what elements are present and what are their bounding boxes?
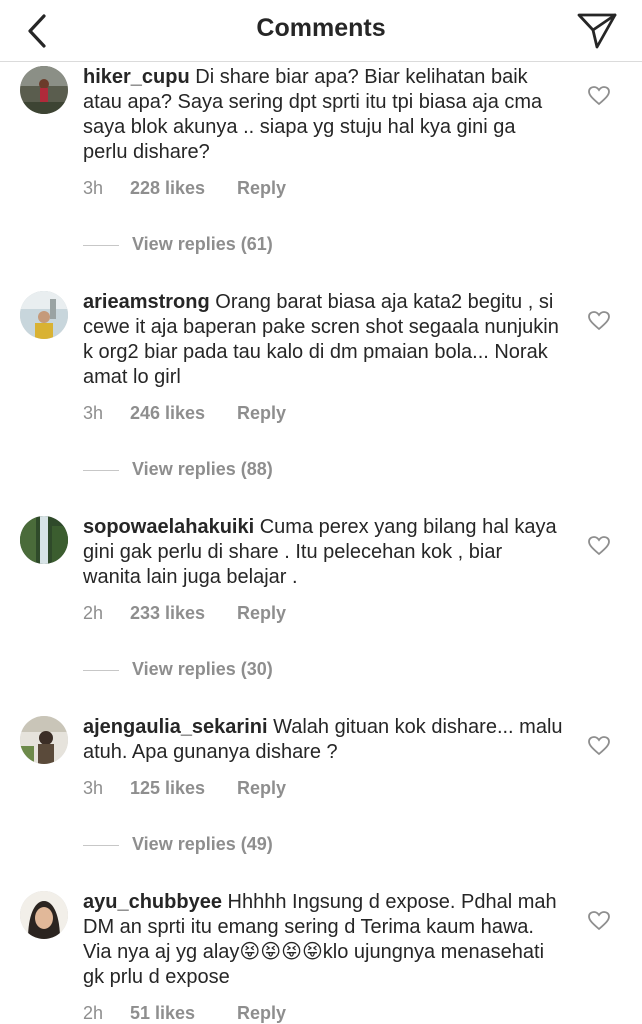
like-button[interactable] [588, 311, 610, 331]
view-replies-label[interactable]: View replies (61) [132, 234, 273, 254]
comment-body: ayu_chubbyee Hhhhh Ingsung d expose. Pdh… [83, 890, 563, 990]
comment-body: ajengaulia_sekarini Walah gituan kok dis… [83, 715, 563, 765]
comment-time: 3h [83, 178, 104, 198]
comment-likes[interactable]: 246 likes [130, 403, 237, 424]
heart-icon [588, 536, 610, 556]
view-replies[interactable]: View replies (61) [83, 234, 273, 255]
like-button[interactable] [588, 911, 610, 931]
comment-likes[interactable]: 125 likes [130, 778, 237, 799]
comment-meta: 3h 246 likes Reply [83, 403, 286, 424]
page-title: Comments [256, 14, 386, 42]
divider-line [83, 244, 119, 246]
paper-plane-icon [577, 13, 617, 49]
comment-username[interactable]: arieamstrong [83, 291, 210, 313]
heart-icon [588, 86, 610, 106]
comment-meta: 2h 51 likes Reply [83, 1003, 286, 1024]
comment-username[interactable]: hiker_cupu [83, 66, 190, 88]
avatar[interactable] [20, 891, 68, 939]
reply-button[interactable]: Reply [237, 1003, 286, 1024]
comment-username[interactable]: sopowaelahakuiki [83, 516, 254, 538]
divider-line [83, 844, 119, 846]
divider-line [83, 669, 119, 671]
view-replies[interactable]: View replies (30) [83, 659, 273, 680]
comment-time: 3h [83, 403, 104, 423]
view-replies[interactable]: View replies (88) [83, 459, 273, 480]
header-bar: Comments [0, 0, 642, 62]
heart-icon [588, 311, 610, 331]
avatar[interactable] [20, 66, 68, 114]
comment-body: arieamstrong Orang barat biasa aja kata2… [83, 290, 563, 390]
comment-body: sopowaelahakuiki Cuma perex yang bilang … [83, 515, 563, 590]
view-replies-label[interactable]: View replies (30) [132, 659, 273, 679]
comment-time: 2h [83, 603, 104, 623]
comment-username[interactable]: ayu_chubbyee [83, 891, 222, 913]
avatar[interactable] [20, 516, 68, 564]
avatar[interactable] [20, 291, 68, 339]
heart-icon [588, 736, 610, 756]
comment-likes[interactable]: 233 likes [130, 603, 237, 624]
divider-line [83, 469, 119, 471]
share-button[interactable] [576, 10, 618, 50]
reply-button[interactable]: Reply [237, 778, 286, 799]
comment-time: 3h [83, 778, 104, 798]
like-button[interactable] [588, 86, 610, 106]
comment-time: 2h [83, 1003, 104, 1023]
view-replies-label[interactable]: View replies (88) [132, 459, 273, 479]
view-replies[interactable]: View replies (49) [83, 834, 273, 855]
comment-likes[interactable]: 228 likes [130, 178, 237, 199]
reply-button[interactable]: Reply [237, 403, 286, 424]
like-button[interactable] [588, 736, 610, 756]
reply-button[interactable]: Reply [237, 603, 286, 624]
comment-body: hiker_cupu Di share biar apa? Biar kelih… [83, 65, 563, 165]
comment-meta: 2h 233 likes Reply [83, 603, 286, 624]
reply-button[interactable]: Reply [237, 178, 286, 199]
view-replies-label[interactable]: View replies (49) [132, 834, 273, 854]
comment-meta: 3h 228 likes Reply [83, 178, 286, 199]
like-button[interactable] [588, 536, 610, 556]
avatar[interactable] [20, 716, 68, 764]
comment-likes[interactable]: 51 likes [130, 1003, 237, 1024]
comment-username[interactable]: ajengaulia_sekarini [83, 716, 268, 738]
heart-icon [588, 911, 610, 931]
comment-meta: 3h 125 likes Reply [83, 778, 286, 799]
